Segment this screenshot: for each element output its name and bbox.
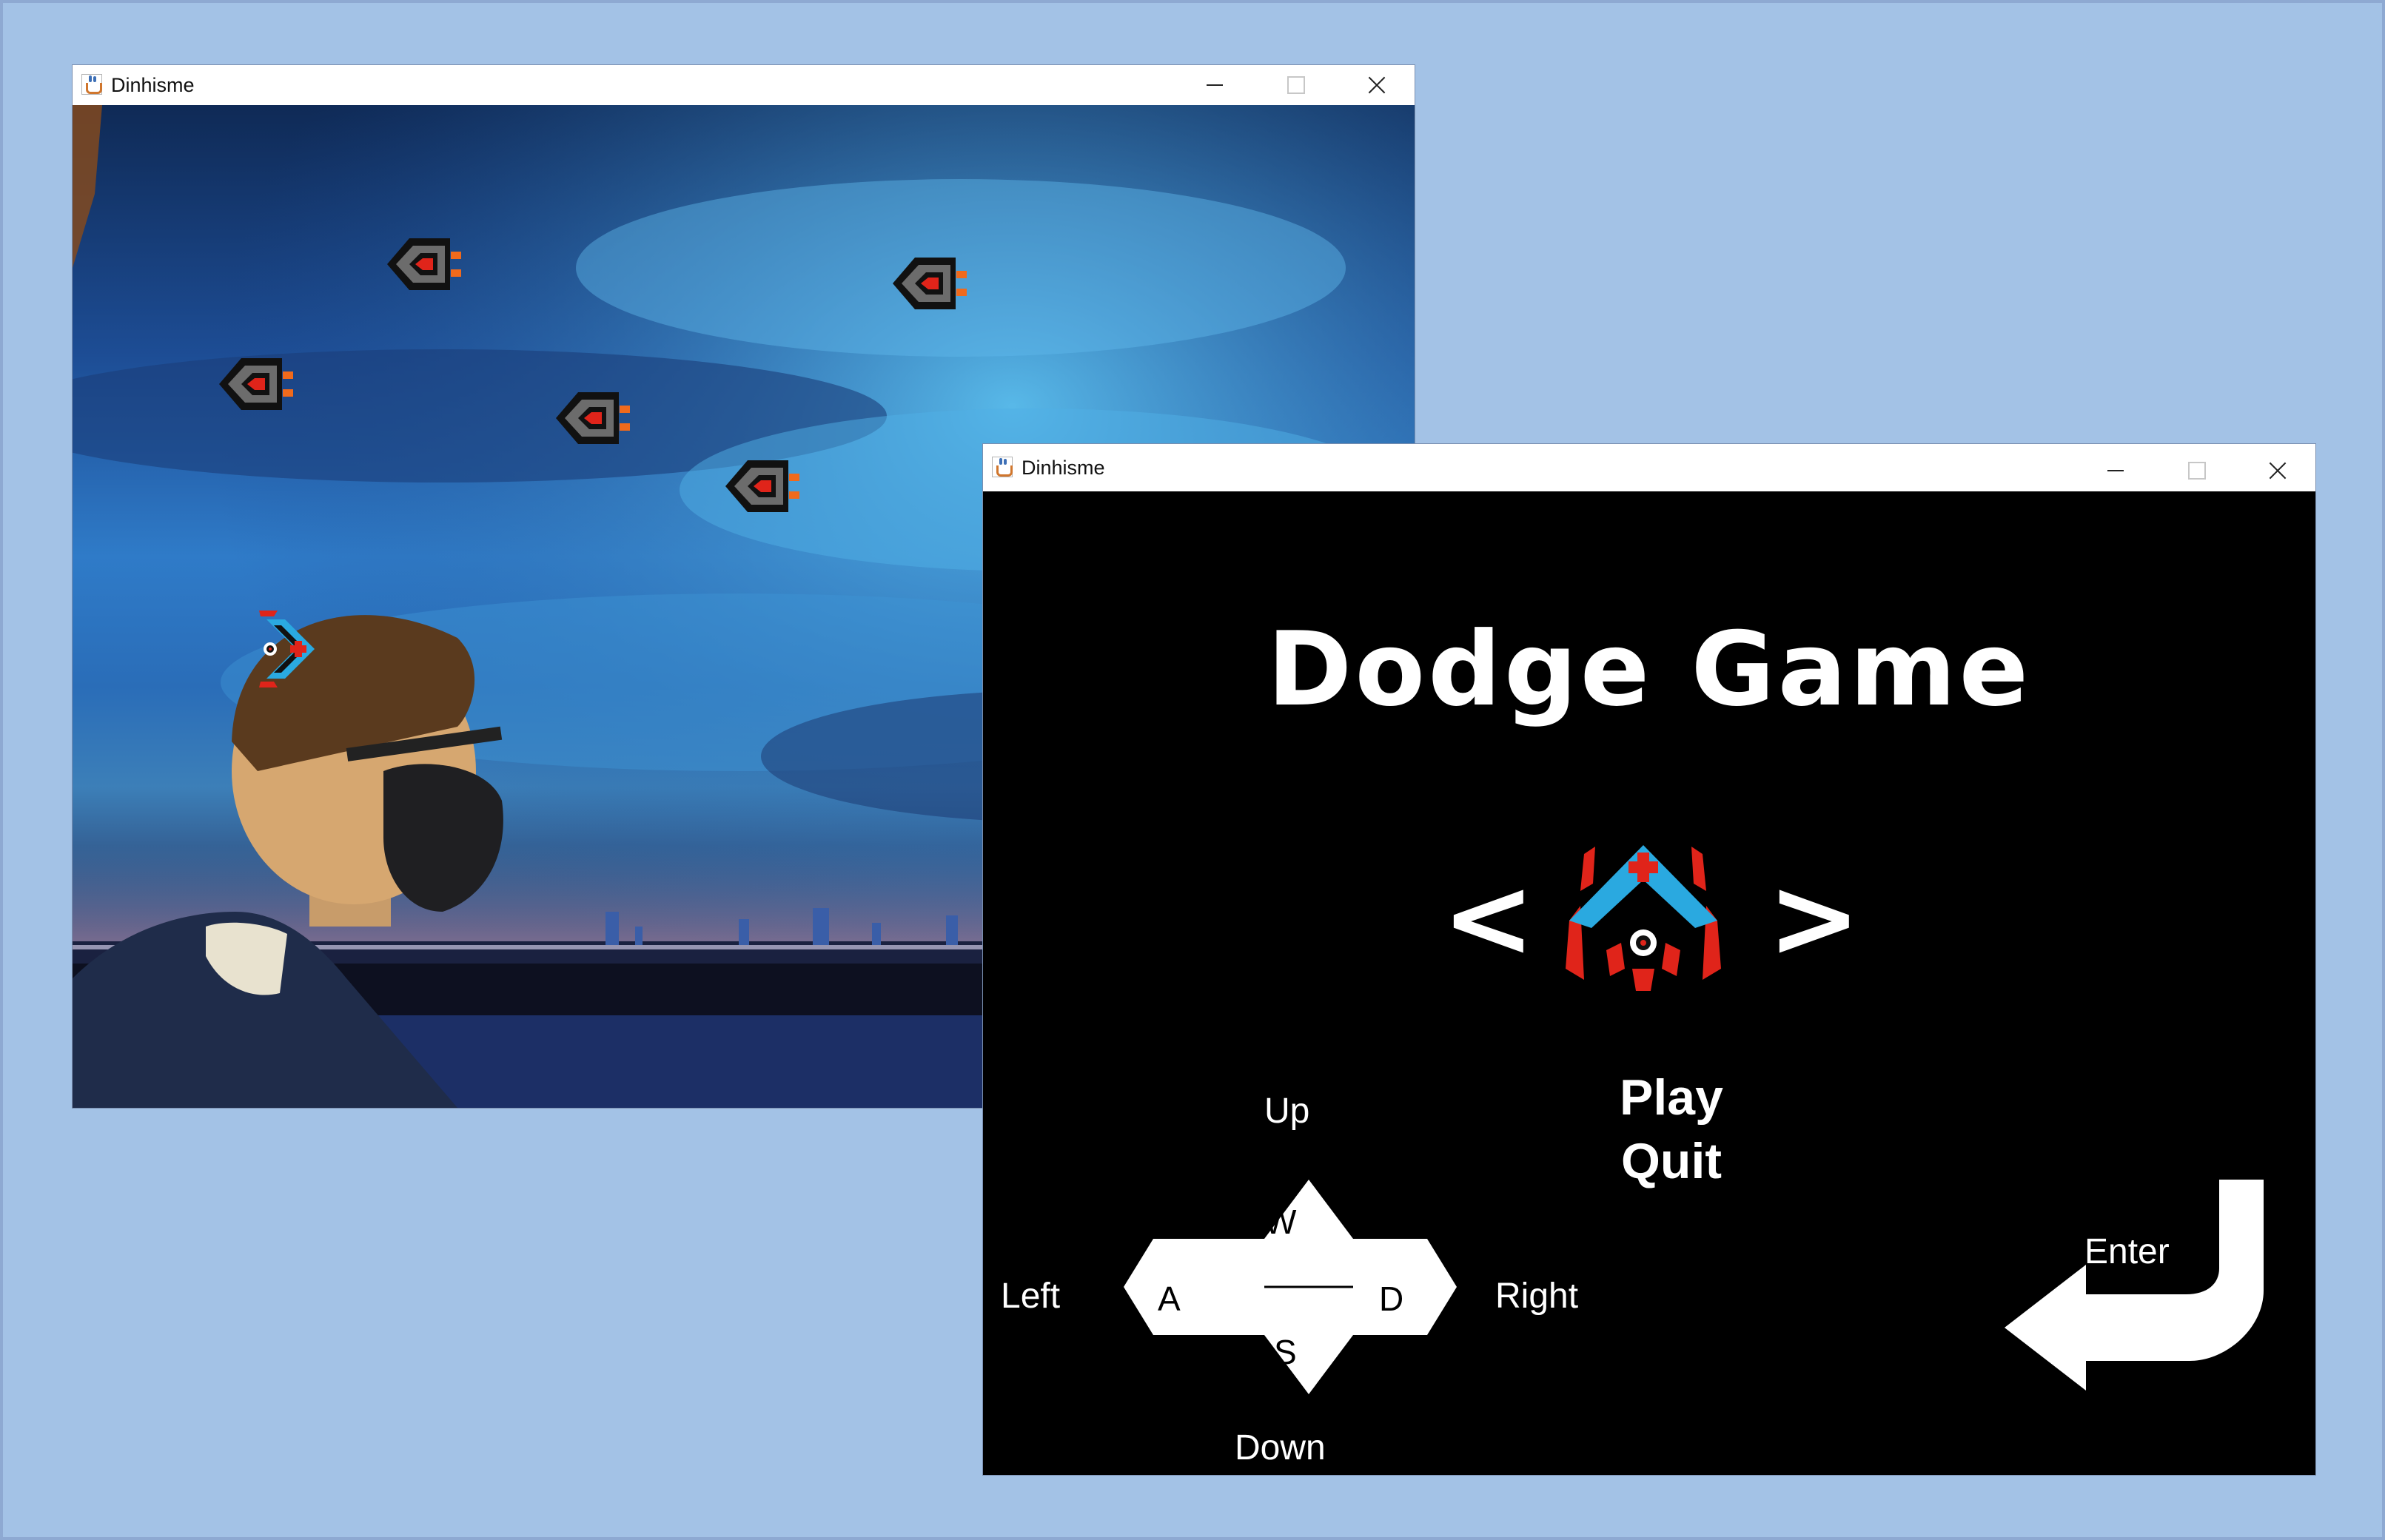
- key-a: A: [1158, 1280, 1181, 1318]
- minimize-button[interactable]: [1170, 65, 1252, 105]
- window-title: Dinhisme: [1022, 456, 1105, 479]
- close-button[interactable]: [1333, 65, 1415, 105]
- selected-ship-preview: [1566, 845, 1721, 991]
- enter-arrow-icon: [2005, 1180, 2264, 1391]
- close-button[interactable]: [2234, 448, 2315, 495]
- key-w: W: [1264, 1203, 1297, 1241]
- key-d: D: [1379, 1280, 1404, 1318]
- key-label-left: Left: [1001, 1277, 1061, 1316]
- wasd-controls-diagram: [1124, 1180, 1457, 1394]
- gameplay-titlebar[interactable]: Dinhisme: [73, 65, 1415, 105]
- menu-titlebar[interactable]: Dinhisme: [983, 444, 2315, 491]
- game-title: Dodge Game: [1267, 610, 2032, 729]
- key-label-down: Down: [1235, 1428, 1326, 1467]
- window-title: Dinhisme: [111, 73, 195, 96]
- key-label-up: Up: [1264, 1092, 1310, 1131]
- enemy-ship: [725, 460, 799, 512]
- enemy-ship: [893, 258, 967, 309]
- key-label-enter: Enter: [2084, 1232, 2170, 1271]
- key-s: S: [1274, 1333, 1297, 1371]
- next-ship-arrow[interactable]: >: [1768, 854, 1861, 983]
- player-ship: [259, 611, 315, 687]
- enemy-ship: [219, 358, 293, 410]
- maximize-button[interactable]: [1252, 65, 1333, 105]
- java-cup-icon: [81, 74, 104, 96]
- prev-ship-arrow[interactable]: <: [1442, 854, 1535, 983]
- menu-item-play[interactable]: Play: [1590, 1069, 1753, 1126]
- java-cup-icon: [992, 457, 1014, 479]
- menu-screen: Dodge Game < > Play Quit Up Down Left Ri…: [983, 491, 2315, 1475]
- menu-item-quit[interactable]: Quit: [1590, 1132, 1753, 1190]
- maximize-button[interactable]: [2153, 448, 2234, 495]
- key-label-right: Right: [1495, 1277, 1579, 1316]
- enemy-ship: [556, 392, 630, 444]
- minimize-button[interactable]: [2071, 448, 2153, 495]
- enemy-ship: [387, 238, 461, 290]
- menu-window: Dinhisme Dodge Game < > Play Quit Up Dow…: [983, 444, 2315, 1475]
